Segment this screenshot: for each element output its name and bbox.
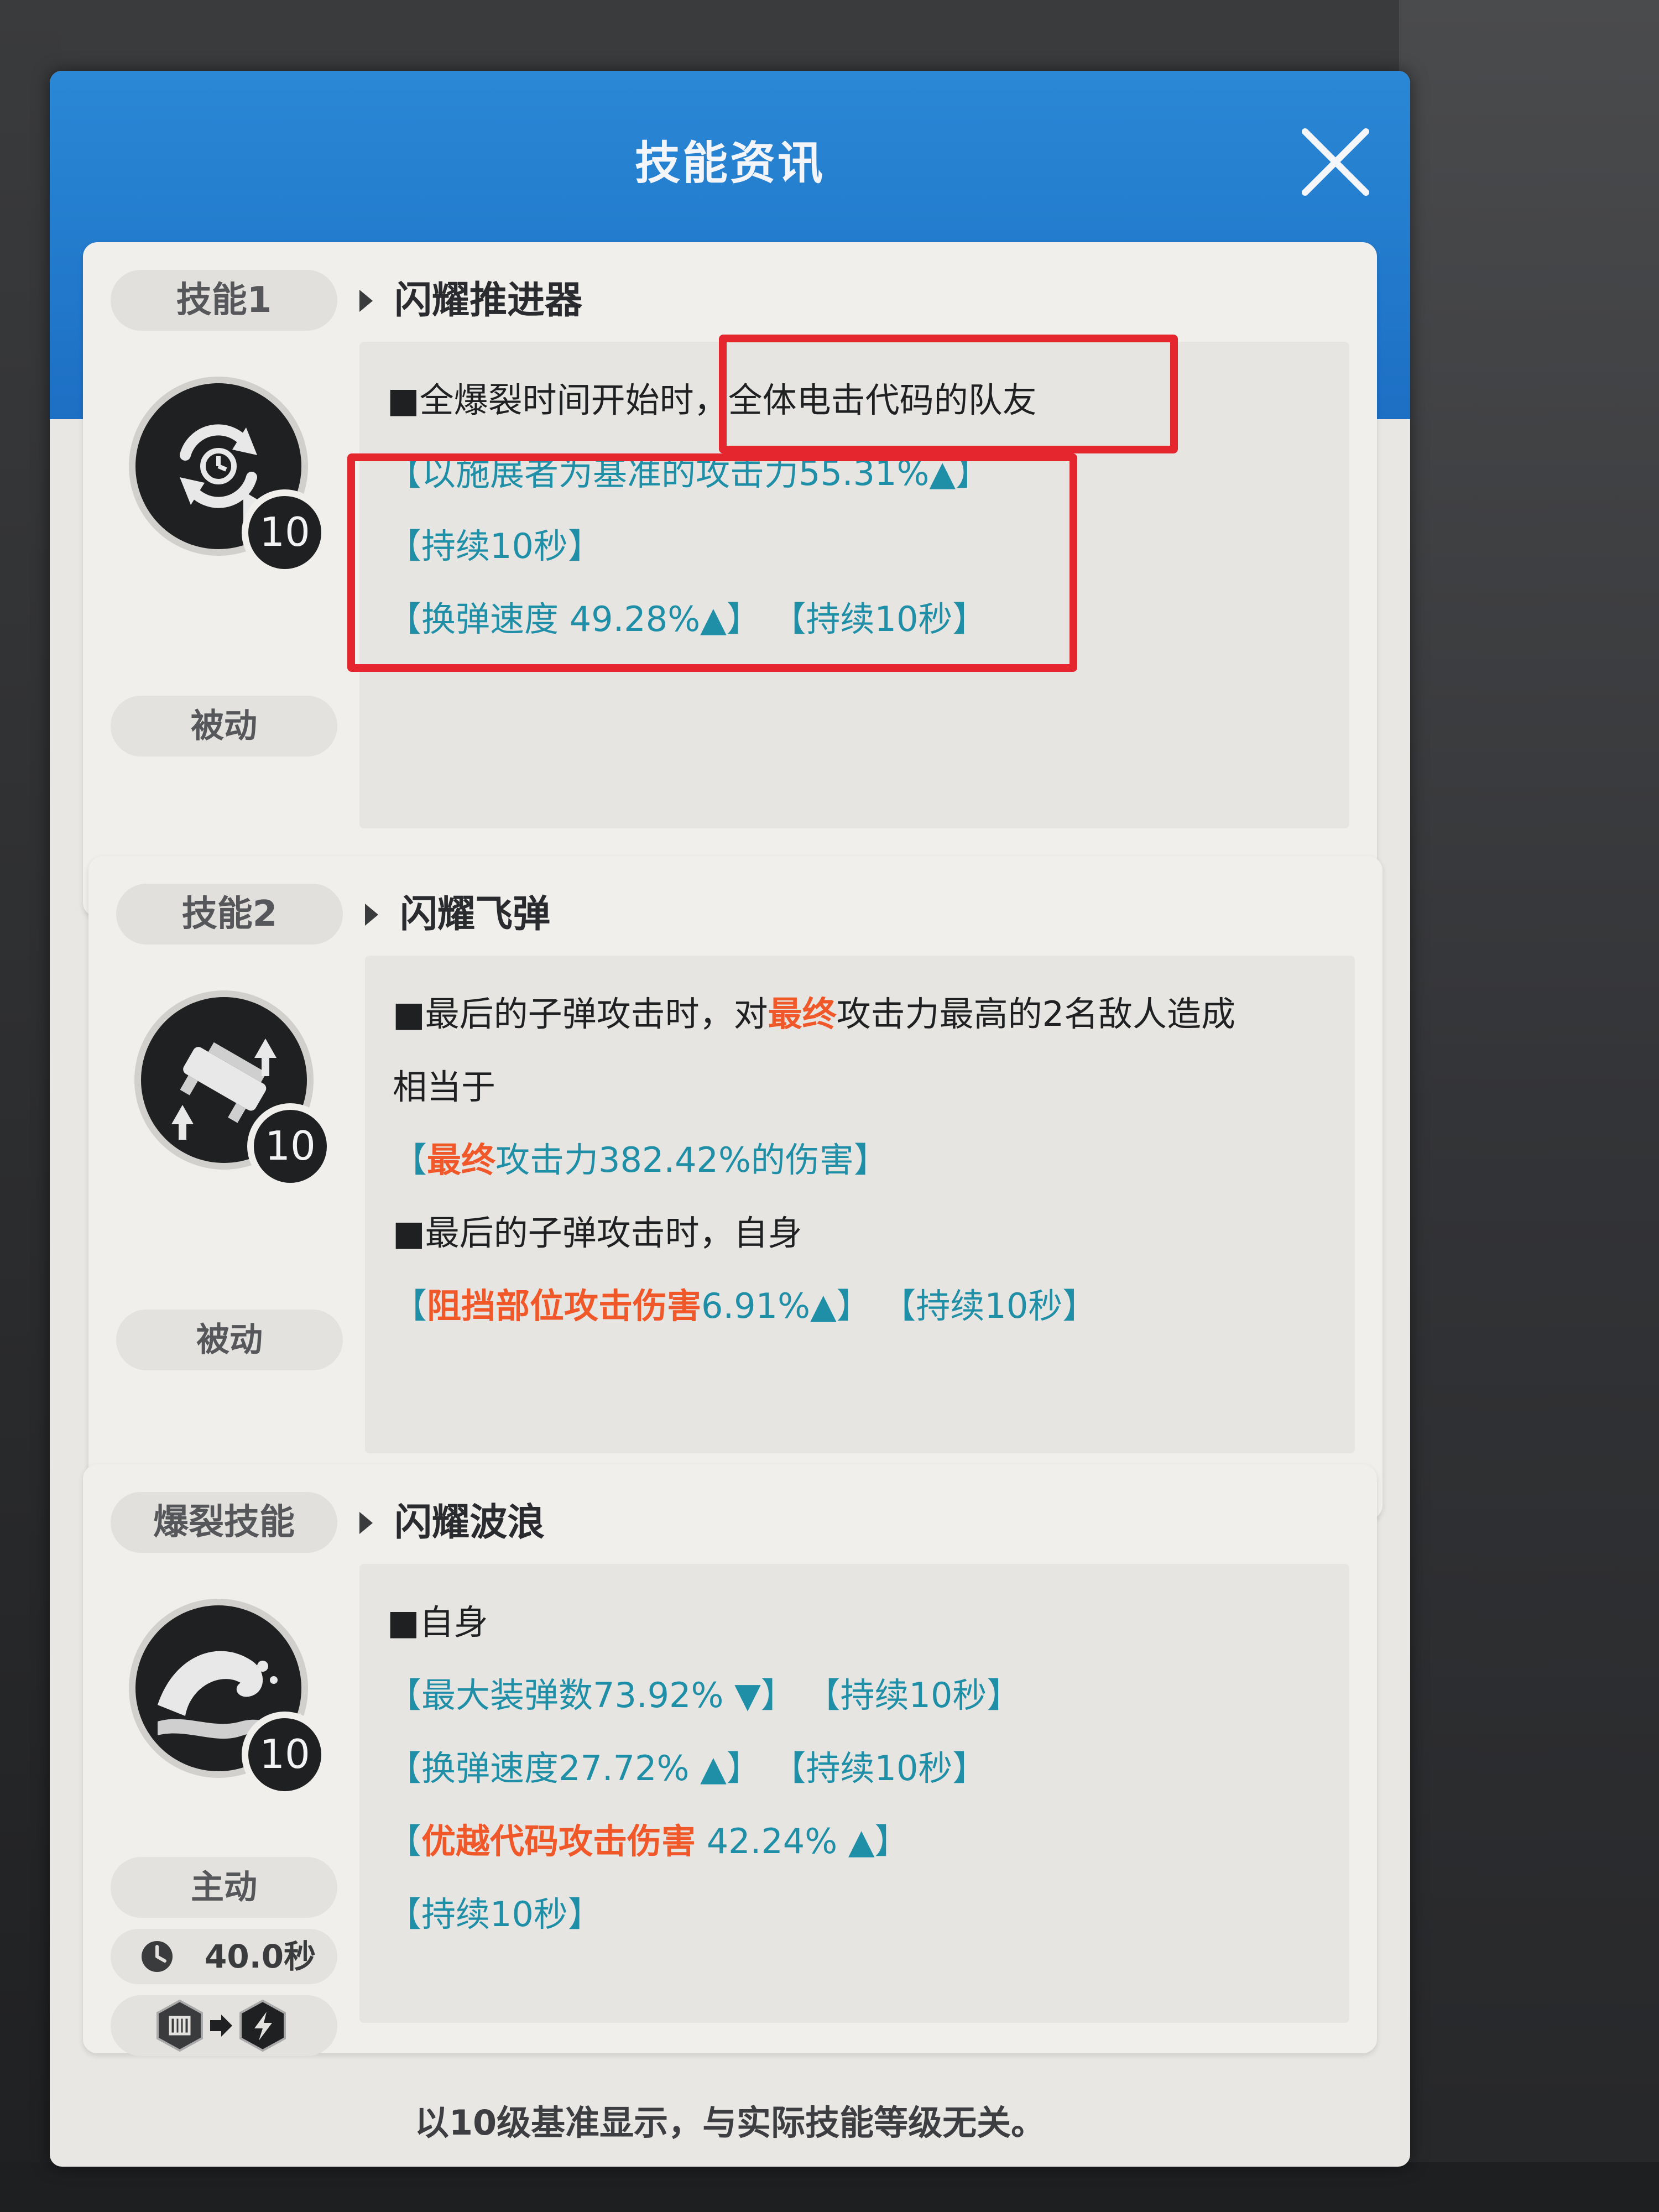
triangle-right-icon [365,903,378,926]
wave-skill-icon: 10 [129,1599,328,1798]
triangle-right-icon [359,289,373,312]
skill-name: 闪耀推进器 [394,278,583,322]
desc-text-orange: 优越代码攻击伤害 [421,1821,696,1861]
footer-note: 以10级基准显示，与实际技能等级无关。 [414,2103,1046,2143]
desc-line: ■自身 [387,1602,488,1642]
triangle-right-icon [359,1511,373,1534]
skill-info-dialog: 技能资讯 技能1 闪耀推进器 10 被动 ■全爆裂时间开始时，全体电击代码的队友… [50,71,1410,2167]
desc-line: 【持续10秒】 [387,526,602,566]
clock-icon [142,1941,173,1972]
desc-text: 42.24% ▲】 [696,1821,909,1861]
close-button[interactable] [1294,121,1377,204]
cooldown-row: 40.0秒 [111,1929,337,1984]
skill-name-row: 闪耀波浪 [359,1492,545,1553]
skill-level-badge: 10 [259,1731,310,1777]
desc-text: 攻击力382.42%的伤害】 [495,1140,888,1180]
burst-stage-icons [156,1999,286,2052]
close-icon [1302,128,1369,196]
dialog-title: 技能资讯 [634,137,825,190]
desc-text: 6.91%▲】 【持续10秒】 [701,1286,1097,1326]
cooldown-value: 40.0秒 [205,1938,316,1975]
skill-name-row: 闪耀飞弹 [365,884,550,945]
skill-tab-label: 爆裂技能 [111,1492,337,1553]
arrow-right-icon [210,2015,232,2037]
missile-skill-icon: 10 [134,990,333,1190]
desc-text: ■最后的子弹攻击时，对 [393,994,768,1034]
skill-name: 闪耀波浪 [394,1500,545,1545]
background-right [1399,0,1659,2212]
skill-card-1: 技能1 闪耀推进器 10 被动 ■全爆裂时间开始时，全体电击代码的队友 【以施展… [83,242,1377,917]
skill-name: 闪耀飞弹 [400,892,551,936]
skill-type-label: 主动 [111,1857,337,1918]
desc-text: 【 [393,1286,427,1326]
desc-line: 【最终攻击力382.42%的伤害】 [393,1124,1327,1197]
desc-line: 【以施展者为基准的攻击力55.31%▲】 [387,453,990,493]
desc-text: 攻击力最高的2名敌人造成 [836,994,1236,1034]
desc-text: ■全爆裂时间开始时， [387,380,728,420]
skill-card-burst: 爆裂技能 闪耀波浪 10 主动 40.0秒 ■自身 【最大装弹数73.92% ▼… [83,1464,1377,2056]
skill-description: ■自身 【最大装弹数73.92% ▼】 【持续10秒】 【换弹速度27.72% … [359,1564,1349,2023]
skill-tab-label: 技能1 [111,270,337,331]
skill-type-label: 被动 [116,1310,343,1370]
desc-text-orange: 最终 [768,994,837,1034]
desc-line: ■最后的子弹攻击时，对最终攻击力最高的2名敌人造成 [393,978,1327,1051]
skill-tab-label: 技能2 [116,884,343,945]
skill-level-badge: 10 [265,1123,316,1169]
desc-text-orange: 阻挡部位攻击伤害 [427,1286,702,1326]
desc-line: ■最后的子弹攻击时，自身 [393,1213,802,1253]
background-bottom [0,2162,1659,2212]
skill-type-label: 被动 [111,696,337,757]
desc-line: 【持续10秒】 [387,1894,602,1934]
desc-text-orange: 最终 [427,1140,496,1180]
skill-card-2: 技能2 闪耀飞弹 10 被动 ■最后的子弹攻击时，对最终攻击力最高的2名敌人造成… [88,856,1383,1520]
desc-line: 【换弹速度27.72% ▲】 【持续10秒】 [387,1748,987,1788]
desc-line: 【最大装弹数73.92% ▼】 【持续10秒】 [387,1675,1021,1715]
skill-description: ■全爆裂时间开始时，全体电击代码的队友 【以施展者为基准的攻击力55.31%▲】… [359,342,1349,828]
desc-line: 【优越代码攻击伤害 42.24% ▲】 [387,1805,1322,1878]
cycle-clock-skill-icon: 10 [129,377,328,576]
desc-line: ■全爆裂时间开始时，全体电击代码的队友 [387,364,1322,437]
desc-line: 【换弹速度 49.28%▲】 【持续10秒】 [387,599,987,639]
desc-text: 【 [387,1821,422,1861]
burst-stage-indicator [111,1995,337,2056]
desc-text: 【 [393,1140,427,1180]
skill-level-badge: 10 [259,509,310,555]
skill-description: ■最后的子弹攻击时，对最终攻击力最高的2名敌人造成 相当于 【最终攻击力382.… [365,956,1355,1453]
skill-name-row: 闪耀推进器 [359,270,582,331]
desc-line: 【阻挡部位攻击伤害6.91%▲】 【持续10秒】 [393,1270,1327,1343]
desc-text-highlight: 全体电击代码的队友 [728,380,1037,420]
desc-line: 相当于 [393,1067,496,1107]
